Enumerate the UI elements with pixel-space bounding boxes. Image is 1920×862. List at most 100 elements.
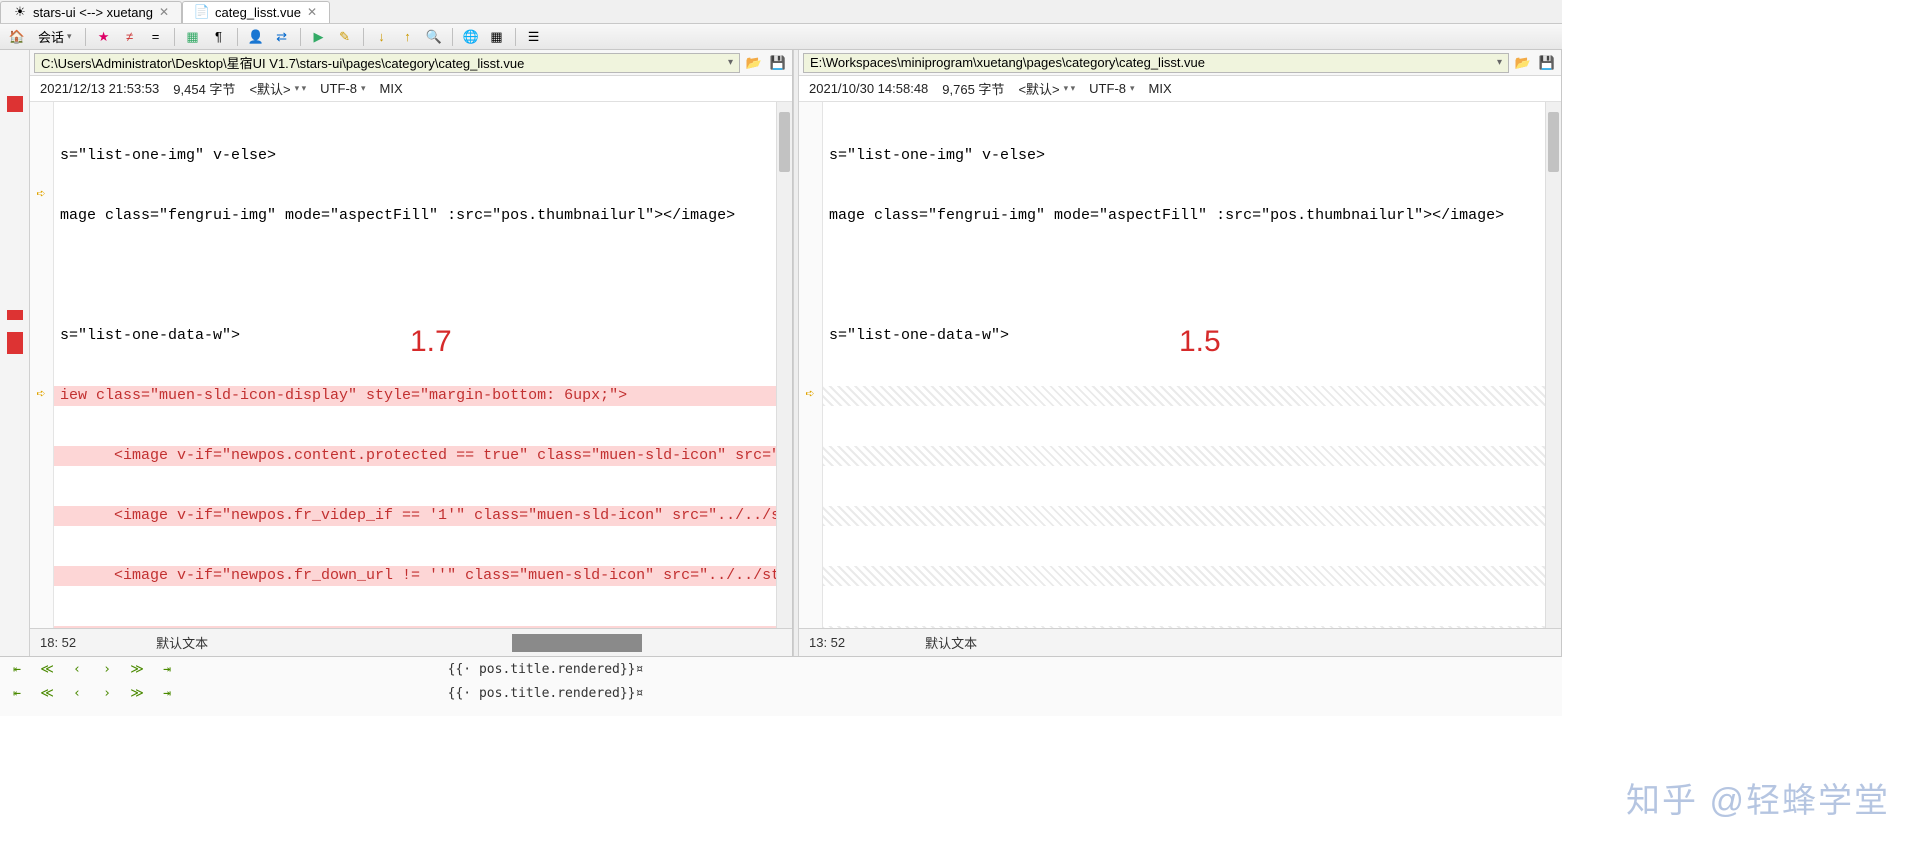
tab-label: stars-ui <--> xuetang [33,5,153,20]
separator [85,28,86,46]
code-line: <image v-if="newpos.fr_down_url != ''" c… [54,566,792,586]
doc-icon: 📄 [195,5,209,19]
code-line: <image v-if="newpos.fr_videp_if == '1'" … [54,506,792,526]
prev-diff-icon[interactable]: ↑ [397,27,419,47]
file-datetime: 2021/12/13 21:53:53 [40,81,159,96]
next-diff-icon[interactable]: ↓ [371,27,393,47]
globe-icon[interactable]: 🌐 [460,27,482,47]
diff-arrow-icon: ➪ [34,186,48,200]
separator [452,28,453,46]
diff-marker[interactable] [7,310,23,320]
next-line-icon[interactable]: › [98,685,116,701]
left-path-input[interactable]: C:\Users\Administrator\Desktop\星宿UI V1.7… [34,53,740,73]
last-diff-icon[interactable]: ⇥ [158,685,176,701]
encoding2-dropdown[interactable]: UTF-8▾ [320,81,365,96]
separator [515,28,516,46]
code-line [823,626,1561,628]
file-mode: 默认文本 [925,633,977,652]
swap-icon[interactable]: ⇄ [271,27,293,47]
left-metabar: 2021/12/13 21:53:53 9,454 字节 <默认>▾ ▾ UTF… [30,76,792,102]
status-block [512,634,642,652]
diff-marker[interactable] [7,332,23,354]
not-equal-icon[interactable]: ≠ [119,27,141,47]
home-icon[interactable]: 🏠 [6,27,28,47]
code-body[interactable]: s="list-one-img" v-else> mage class="fen… [54,102,792,628]
right-code[interactable]: ➪ s="list-one-img" v-else> mage class="f… [799,102,1561,628]
diff-marker[interactable] [7,96,23,112]
code-line: iew class="muen-sld-icon-display" style=… [54,386,792,406]
diff-line-left: {{· pos.title.rendered}}¤ [226,686,865,701]
right-gutter: ➪ [799,102,823,628]
prev-diff-icon[interactable]: ≪ [38,685,56,701]
file-size: 9,454 字节 [173,79,235,98]
first-diff-icon[interactable]: ⇤ [8,661,26,677]
diff-row: ⇤ ≪ ‹ › ≫ ⇥ {{· pos.title.rendered}}¤ [0,681,1562,705]
separator [174,28,175,46]
grid-icon[interactable]: ▦ [486,27,508,47]
prev-diff-icon[interactable]: ≪ [38,661,56,677]
separator [363,28,364,46]
copy-right-icon[interactable]: ▶ [308,27,330,47]
left-status: 18: 52 默认文本 [30,628,792,656]
vscrollbar[interactable] [1545,102,1561,628]
diff-row: ⇤ ≪ ‹ › ≫ ⇥ {{· pos.title.rendered}}¤ [0,657,1562,681]
code-line: view> [54,626,792,628]
find-icon[interactable]: 🔍 [423,27,445,47]
open-folder-icon[interactable]: 📂 [744,53,764,73]
path-text: C:\Users\Administrator\Desktop\星宿UI V1.7… [41,53,524,72]
rules-icon[interactable]: ▦ [182,27,204,47]
right-metabar: 2021/10/30 14:58:48 9,765 字节 <默认>▾ ▾ UTF… [799,76,1561,102]
code-line: <image v-if="newpos.content.protected ==… [54,446,792,466]
next-diff-icon[interactable]: ≫ [128,685,146,701]
file-mode: 默认文本 [156,633,208,652]
encoding1-dropdown[interactable]: <默认>▾ ▾ [1018,79,1075,98]
tab-label: categ_lisst.vue [215,5,301,20]
prev-line-icon[interactable]: ‹ [68,661,86,677]
format-icon[interactable]: ¶ [208,27,230,47]
code-line: s="list-one-img" v-else> [823,146,1561,166]
vscrollbar[interactable] [776,102,792,628]
open-folder-icon[interactable]: 📂 [1513,53,1533,73]
diff-all-icon[interactable]: ★ [93,27,115,47]
sun-icon: ☀ [13,5,27,19]
person-icon[interactable]: 👤 [245,27,267,47]
save-icon[interactable]: 💾 [768,53,788,73]
right-pane: E:\Workspaces\miniprogram\xuetang\pages\… [799,50,1562,656]
save-icon[interactable]: 💾 [1537,53,1557,73]
code-line [823,386,1561,406]
edit-icon[interactable]: ✎ [334,27,356,47]
prev-line-icon[interactable]: ‹ [68,685,86,701]
encoding2-dropdown[interactable]: UTF-8▾ [1089,81,1134,96]
encoding1-dropdown[interactable]: <默认>▾ ▾ [249,79,306,98]
chevron-down-icon[interactable]: ▾ [1497,57,1502,68]
close-icon[interactable]: ✕ [307,5,317,19]
tab-diff-session[interactable]: ☀ stars-ui <--> xuetang ✕ [0,1,182,23]
workspace: C:\Users\Administrator\Desktop\星宿UI V1.7… [0,50,1562,656]
right-path-input[interactable]: E:\Workspaces\miniprogram\xuetang\pages\… [803,53,1509,73]
separator [300,28,301,46]
tab-file[interactable]: 📄 categ_lisst.vue ✕ [182,1,330,23]
last-diff-icon[interactable]: ⇥ [158,661,176,677]
diff-overview-rail[interactable] [0,50,30,656]
equal-icon[interactable]: = [145,27,167,47]
code-line: mage class="fengrui-img" mode="aspectFil… [54,206,792,226]
left-gutter: ➪ ➪ [30,102,54,628]
path-text: E:\Workspaces\miniprogram\xuetang\pages\… [810,55,1205,70]
list-icon[interactable]: ☰ [523,27,545,47]
next-diff-icon[interactable]: ≫ [128,661,146,677]
file-datetime: 2021/10/30 14:58:48 [809,81,928,96]
bottom-diff-rows: ⇤ ≪ ‹ › ≫ ⇥ {{· pos.title.rendered}}¤ ⇤ … [0,656,1562,716]
code-line: s="list-one-img" v-else> [54,146,792,166]
chevron-down-icon[interactable]: ▾ [728,57,733,68]
left-code[interactable]: ➪ ➪ s="list-one-img" v-else> mage class=… [30,102,792,628]
code-line [823,506,1561,526]
session-dropdown[interactable]: 会话▾ [32,27,78,47]
close-icon[interactable]: ✕ [159,5,169,19]
cursor-position: 18: 52 [40,635,76,650]
first-diff-icon[interactable]: ⇤ [8,685,26,701]
code-line [823,566,1561,586]
cursor-position: 13: 52 [809,635,845,650]
code-line [823,446,1561,466]
code-body[interactable]: s="list-one-img" v-else> mage class="fen… [823,102,1561,628]
next-line-icon[interactable]: › [98,661,116,677]
